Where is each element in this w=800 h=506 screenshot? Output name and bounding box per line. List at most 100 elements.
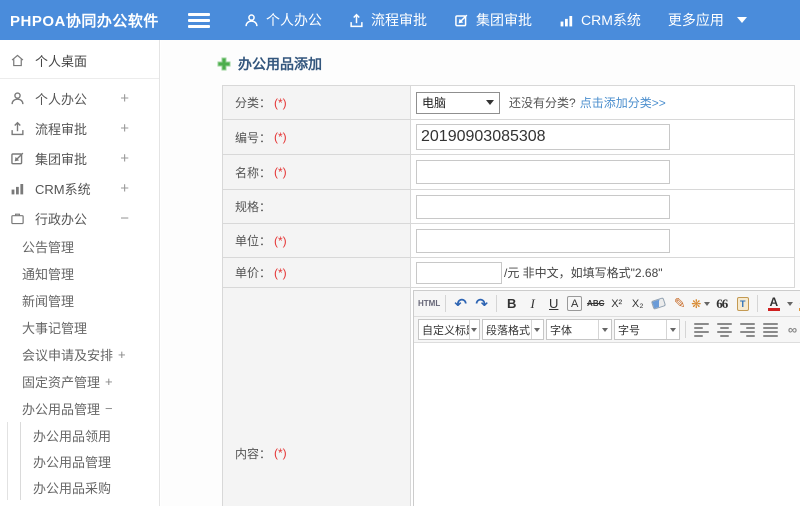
remove-format-button[interactable] [649, 294, 668, 314]
sidebar-item-workflow-approval[interactable]: 流程审批 + [0, 113, 159, 143]
font-border-button[interactable]: A [567, 296, 583, 311]
strikethrough-button[interactable]: ABC [586, 294, 605, 314]
heading-style-select[interactable]: 自定义标题 [418, 319, 480, 340]
sidebar: 个人桌面 个人办公 + 流程审批 + 集团审批 + CRM系统 + 行政办公 −… [0, 40, 160, 506]
link-icon[interactable]: ∞ [783, 320, 800, 340]
bar-chart-icon [559, 13, 574, 28]
paragraph-format-select[interactable]: 段落格式 [482, 319, 544, 340]
expand-toggle[interactable]: + [120, 90, 145, 107]
sidebar-item-group-approval[interactable]: 集团审批 + [0, 143, 159, 173]
sidebar-item-crm[interactable]: CRM系统 + [0, 173, 159, 203]
sidebar-item-notices[interactable]: 通知管理 [0, 260, 159, 287]
category-select[interactable]: 电脑 [416, 91, 500, 114]
supplies-submenu: 办公用品领用 办公用品管理 办公用品采购 [7, 422, 159, 500]
source-code-button[interactable]: HTML [418, 294, 440, 314]
topnav-label: 更多应用 [667, 12, 724, 28]
align-left-icon[interactable] [694, 320, 709, 340]
format-brush-button[interactable]: ✎ [670, 294, 689, 314]
expand-toggle[interactable]: + [105, 374, 113, 389]
highlight-color-button[interactable]: ab [795, 294, 800, 314]
app-logo: PHPOA协同办公软件 [10, 12, 159, 30]
expand-toggle[interactable]: + [120, 150, 145, 167]
add-category-link[interactable]: 点击添加分类>> [580, 94, 666, 111]
underline-button[interactable]: U [544, 294, 563, 314]
no-category-hint: 还没有分类? [509, 96, 576, 110]
divider [0, 78, 159, 79]
submenu-label: 公告管理 [22, 240, 75, 255]
topnav-group-approval[interactable]: 集团审批 [454, 10, 532, 30]
undo-icon[interactable]: ↶ [451, 294, 470, 314]
sidebar-item-supplies-purchase[interactable]: 办公用品采购 [21, 474, 159, 500]
unit-input[interactable] [416, 228, 670, 253]
font-size-select[interactable]: 字号 [614, 319, 680, 340]
form-row-price: 单价： (*) /元 非中文，如填写格式"2.68" [223, 258, 794, 288]
spec-input[interactable] [416, 194, 670, 219]
editor-body[interactable] [414, 343, 800, 506]
blockquote-button[interactable]: 66 [712, 294, 731, 314]
price-input[interactable] [416, 261, 502, 284]
collapse-toggle[interactable]: − [105, 401, 113, 416]
topnav-personal-office[interactable]: 个人办公 [244, 10, 322, 30]
quick-format-button[interactable]: ❋ [691, 294, 711, 314]
bold-button[interactable]: B [502, 294, 521, 314]
expand-toggle[interactable]: + [118, 347, 126, 362]
price-label: 单价： (*) [223, 258, 411, 287]
rich-text-editor: HTML ↶ ↷ B I U A ABC X² X₂ ✎ ❋ 66 T A 自定… [413, 290, 800, 506]
topnav-label: CRM系统 [581, 12, 641, 28]
form-row-name: 名称： (*) [223, 155, 794, 190]
name-input[interactable] [416, 160, 670, 184]
sidebar-item-office-supplies[interactable]: 办公用品管理 − [0, 395, 159, 422]
align-center-icon[interactable] [717, 320, 732, 340]
expand-toggle[interactable]: + [120, 120, 145, 137]
submenu-label: 会议申请及安排 [22, 348, 114, 363]
menu-toggle-icon[interactable] [188, 12, 210, 28]
supply-add-form: 分类： (*) 电脑 还没有分类? 点击添加分类>> 编号： (*) 20190… [222, 85, 800, 506]
app-window: PHPOA协同办公软件 个人办公 流程审批 集团审批 CRM系统 更多应用 个人… [0, 0, 800, 506]
name-label: 名称： (*) [223, 155, 411, 189]
submenu-label: 固定资产管理 [22, 375, 101, 390]
submenu-label: 办公用品管理 [22, 402, 101, 417]
topnav-label: 集团审批 [476, 12, 532, 28]
caret-down-icon [704, 301, 711, 306]
italic-button[interactable]: I [523, 294, 542, 314]
divider [496, 295, 498, 312]
sidebar-item-meetings[interactable]: 会议申请及安排 + [0, 341, 159, 368]
sidebar-item-desktop[interactable]: 个人桌面 [0, 44, 159, 76]
form-row-code: 编号： (*) [223, 120, 794, 155]
collapse-toggle[interactable]: − [120, 210, 145, 227]
sidebar-item-fixed-assets[interactable]: 固定资产管理 + [0, 368, 159, 395]
align-right-icon[interactable] [740, 320, 755, 340]
code-input[interactable] [416, 124, 670, 150]
form-row-spec: 规格： [223, 190, 794, 224]
font-color-button[interactable]: A [763, 294, 794, 314]
font-family-select[interactable]: 字体 [546, 319, 612, 340]
sidebar-item-personal-office[interactable]: 个人办公 + [0, 83, 159, 113]
sidebar-item-memorabilia[interactable]: 大事记管理 [0, 314, 159, 341]
magic-wand-icon: ❋ [691, 296, 702, 311]
caret-down-icon [486, 100, 494, 105]
paste-as-text-button[interactable]: T [733, 294, 752, 314]
clipboard-icon: T [736, 296, 749, 311]
add-plus-icon [217, 57, 231, 71]
topnav-label: 个人办公 [266, 12, 322, 28]
home-icon [11, 54, 24, 66]
edit-icon [454, 13, 469, 28]
topnav-workflow-approval[interactable]: 流程审批 [349, 10, 427, 30]
superscript-button[interactable]: X² [607, 294, 626, 314]
sidebar-item-news[interactable]: 新闻管理 [0, 287, 159, 314]
submenu-label: 办公用品管理 [33, 454, 112, 470]
redo-icon[interactable]: ↷ [472, 294, 491, 314]
form-row-content: 内容： (*) HTML ↶ ↷ B I U A ABC X² X₂ ✎ ❋ 6… [223, 288, 800, 506]
caret-down-icon [530, 320, 543, 339]
align-justify-icon[interactable] [763, 320, 778, 340]
submenu-label: 办公用品采购 [33, 480, 112, 496]
topnav-more-apps[interactable]: 更多应用 [668, 10, 747, 30]
divider [757, 295, 759, 312]
topnav-crm[interactable]: CRM系统 [559, 10, 641, 30]
expand-toggle[interactable]: + [120, 180, 145, 197]
sidebar-item-announcements[interactable]: 公告管理 [0, 233, 159, 260]
sidebar-item-supplies-requisition[interactable]: 办公用品领用 [21, 422, 159, 448]
sidebar-item-supplies-management[interactable]: 办公用品管理 [21, 448, 159, 474]
sidebar-item-admin-office[interactable]: 行政办公 − [0, 203, 159, 233]
subscript-button[interactable]: X₂ [628, 294, 647, 314]
